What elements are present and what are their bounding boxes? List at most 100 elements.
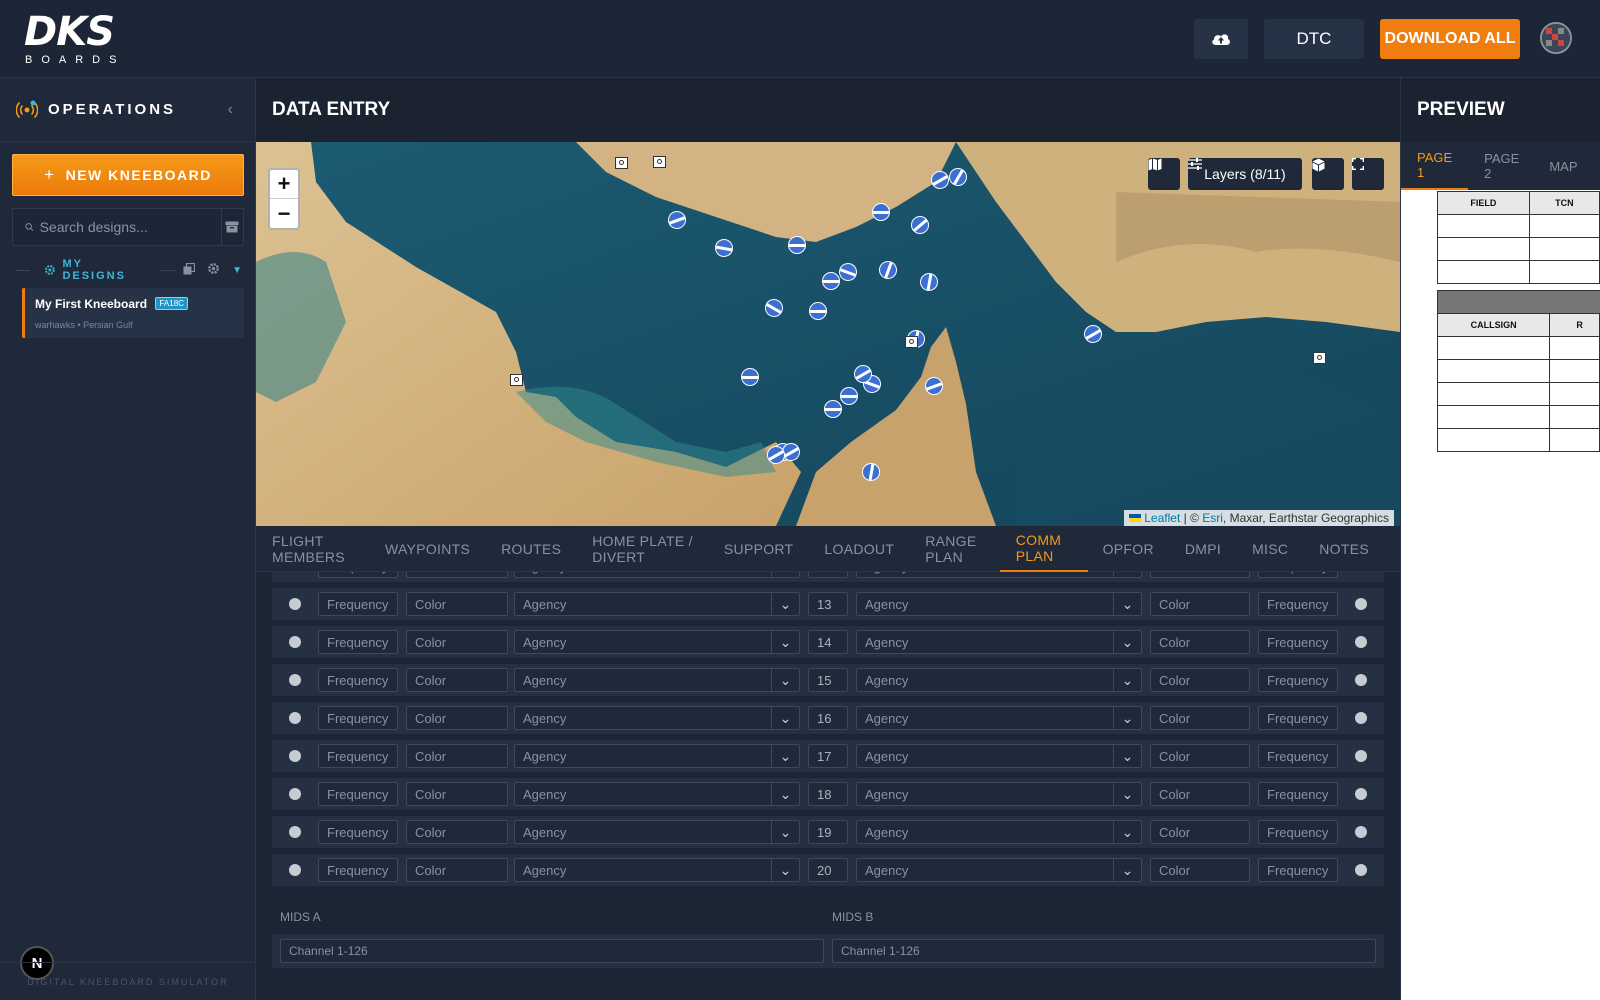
frequency-input-left[interactable]: Frequency (318, 744, 398, 768)
map-marker-icon[interactable] (822, 272, 840, 290)
row-radio-right[interactable] (1355, 636, 1367, 648)
frequency-input-left[interactable]: Frequency (318, 668, 398, 692)
agency-select[interactable]: Agency ⌄ (514, 782, 800, 806)
fullscreen-button[interactable] (1352, 158, 1384, 190)
color-input-left[interactable]: Color (406, 706, 508, 730)
row-radio-left[interactable] (289, 598, 301, 610)
frequency-input-right[interactable]: Frequency (1258, 630, 1338, 654)
new-kneeboard-button[interactable]: + NEW KNEEBOARD (12, 154, 244, 196)
agency-select[interactable]: Agency ⌄ (514, 820, 800, 844)
row-radio-left[interactable] (289, 750, 301, 762)
tab-loadout[interactable]: LOADOUT (824, 526, 894, 572)
frequency-input-right[interactable]: Frequency (1258, 668, 1338, 692)
layers-button[interactable]: Layers (8/11) (1188, 158, 1302, 190)
mids-b-input[interactable]: Channel 1-126 (832, 939, 1376, 963)
zoom-in-button[interactable]: + (270, 170, 298, 199)
app-logo[interactable]: DKS BOARDS (24, 12, 144, 66)
agency-select[interactable]: Agency ⌄ (514, 592, 800, 616)
tab-waypoints[interactable]: WAYPOINTS (385, 526, 470, 572)
zoom-out-button[interactable]: − (270, 199, 298, 228)
row-radio-left[interactable] (289, 674, 301, 686)
color-input-right[interactable]: Color (1150, 668, 1250, 692)
row-radio-left[interactable] (289, 864, 301, 876)
agency-select[interactable]: Agency ⌄ (514, 668, 800, 692)
color-input-left[interactable]: Color (406, 820, 508, 844)
frequency-input-left[interactable]: Frequency (318, 706, 398, 730)
row-radio-right[interactable] (1355, 826, 1367, 838)
agency-select[interactable]: Agency ⌄ (856, 744, 1142, 768)
color-input-right[interactable]: Color (1150, 572, 1250, 578)
agency-select[interactable]: Agency ⌄ (856, 706, 1142, 730)
design-card[interactable]: My First Kneeboard FA18C warhawks • Pers… (22, 288, 244, 338)
frequency-input-right[interactable]: Frequency (1258, 706, 1338, 730)
mids-a-input[interactable]: Channel 1-126 (280, 939, 824, 963)
map-marker-icon[interactable] (809, 302, 827, 320)
map-site-icon[interactable] (510, 374, 523, 386)
agency-select[interactable]: Agency ⌄ (514, 858, 800, 882)
tab-comm-plan[interactable]: COMM PLAN (999, 526, 1088, 572)
map-site-icon[interactable] (905, 336, 918, 348)
frequency-input-right[interactable]: Frequency (1258, 572, 1338, 578)
frequency-input-left[interactable]: Frequency (318, 858, 398, 882)
row-radio-left[interactable] (289, 712, 301, 724)
agency-select[interactable]: Agency ⌄ (856, 572, 1142, 578)
frequency-input-left[interactable]: Frequency (318, 592, 398, 616)
preview-tab-page-1[interactable]: PAGE 1 (1401, 142, 1469, 190)
map-marker-icon[interactable] (872, 203, 890, 221)
agency-select[interactable]: Agency ⌄ (514, 572, 800, 578)
row-radio-left[interactable] (289, 788, 301, 800)
frequency-input-left[interactable]: Frequency (318, 630, 398, 654)
agency-select[interactable]: Agency ⌄ (514, 706, 800, 730)
search-input[interactable] (33, 219, 221, 235)
archive-icon[interactable] (220, 209, 243, 245)
map[interactable]: + − Layers (8/11) Leaflet | © Esri, Maxa… (256, 142, 1400, 526)
map-site-icon[interactable] (615, 157, 628, 169)
color-input-right[interactable]: Color (1150, 744, 1250, 768)
row-radio-right[interactable] (1355, 864, 1367, 876)
tab-routes[interactable]: ROUTES (501, 526, 561, 572)
map-site-icon[interactable] (1313, 352, 1326, 364)
color-input-right[interactable]: Color (1150, 820, 1250, 844)
tab-support[interactable]: SUPPORT (724, 526, 794, 572)
preview-tab-page-2[interactable]: PAGE 2 (1484, 142, 1519, 190)
tab-dmpi[interactable]: DMPI (1185, 526, 1221, 572)
gear-icon[interactable] (207, 262, 220, 278)
preview-tab-map[interactable]: MAP (1549, 142, 1577, 190)
chevron-down-icon[interactable]: ▼ (232, 265, 244, 276)
tab-notes[interactable]: NOTES (1319, 526, 1369, 572)
upload-button[interactable] (1194, 19, 1248, 59)
color-input-right[interactable]: Color (1150, 782, 1250, 806)
row-radio-right[interactable] (1355, 712, 1367, 724)
color-input-left[interactable]: Color (406, 592, 508, 616)
color-input-left[interactable]: Color (406, 782, 508, 806)
tab-range-plan[interactable]: RANGE PLAN (925, 526, 985, 572)
row-radio-right[interactable] (1355, 788, 1367, 800)
avatar[interactable] (1540, 22, 1572, 54)
frequency-input-right[interactable]: Frequency (1258, 592, 1338, 616)
agency-select[interactable]: Agency ⌄ (856, 592, 1142, 616)
frequency-input-left[interactable]: Frequency (318, 782, 398, 806)
map-view-button[interactable] (1148, 158, 1180, 190)
map-marker-icon[interactable] (741, 368, 759, 386)
color-input-right[interactable]: Color (1150, 630, 1250, 654)
row-radio-left[interactable] (289, 636, 301, 648)
agency-select[interactable]: Agency ⌄ (856, 630, 1142, 654)
frequency-input-right[interactable]: Frequency (1258, 782, 1338, 806)
color-input-right[interactable]: Color (1150, 858, 1250, 882)
3d-view-button[interactable] (1312, 158, 1344, 190)
color-input-left[interactable]: Color (406, 572, 508, 578)
row-radio-right[interactable] (1355, 598, 1367, 610)
agency-select[interactable]: Agency ⌄ (514, 744, 800, 768)
row-radio-right[interactable] (1355, 674, 1367, 686)
tab-opfor[interactable]: OPFOR (1103, 526, 1154, 572)
color-input-left[interactable]: Color (406, 744, 508, 768)
esri-link[interactable]: Esri (1202, 511, 1223, 525)
frequency-input-right[interactable]: Frequency (1258, 858, 1338, 882)
frequency-input-left[interactable]: Frequency (318, 820, 398, 844)
color-input-right[interactable]: Color (1150, 706, 1250, 730)
collapse-sidebar-chevron-icon[interactable]: ‹ (228, 101, 233, 119)
tab-home-plate-divert[interactable]: HOME PLATE / DIVERT (592, 526, 693, 572)
tab-flight-members[interactable]: FLIGHT MEMBERS (272, 526, 354, 572)
agency-select[interactable]: Agency ⌄ (856, 668, 1142, 692)
frequency-input-left[interactable]: Frequency (318, 572, 398, 578)
